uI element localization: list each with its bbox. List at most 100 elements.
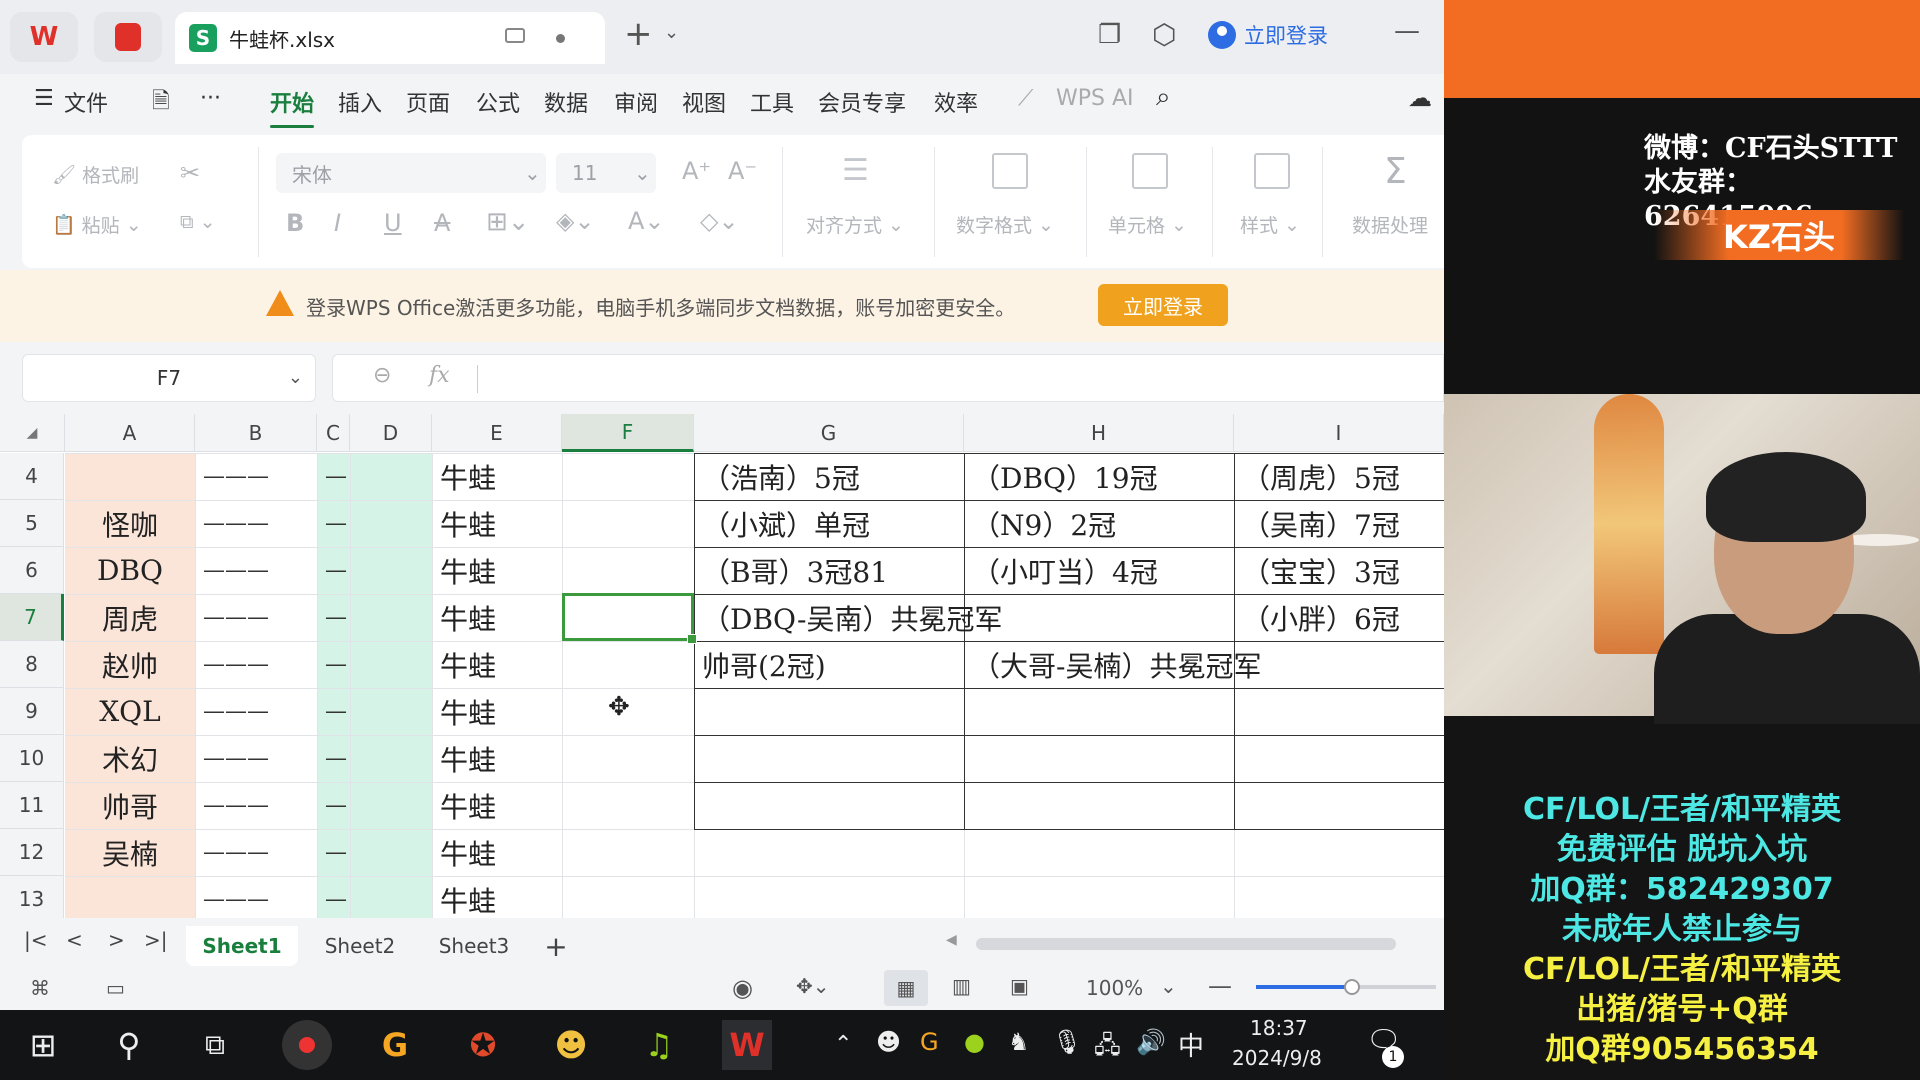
cell-c6[interactable]: — bbox=[325, 547, 347, 594]
tray-game-icon[interactable]: G bbox=[920, 1028, 939, 1056]
cell-c5[interactable]: — bbox=[325, 500, 347, 547]
zoom-out-icon[interactable]: — bbox=[1208, 972, 1232, 1000]
fill-color-icon[interactable]: ◈⌄ bbox=[556, 207, 595, 235]
row-header-9[interactable]: 9 bbox=[0, 688, 64, 735]
ime-indicator[interactable]: 中 bbox=[1178, 1026, 1204, 1063]
row-header-12[interactable]: 12 bbox=[0, 829, 64, 876]
cell-c13[interactable]: — bbox=[325, 876, 347, 918]
sheet-tab-1[interactable]: Sheet1 bbox=[186, 926, 298, 966]
cut-icon[interactable]: ✂ bbox=[180, 159, 200, 187]
cell-e11[interactable]: 牛蛙 bbox=[440, 782, 496, 829]
login-link[interactable]: 立即登录 bbox=[1208, 20, 1328, 50]
cell-e6[interactable]: 牛蛙 bbox=[440, 547, 496, 594]
font-size-select[interactable]: 11 ⌄ bbox=[556, 153, 656, 193]
select-all-corner[interactable]: ◢ bbox=[0, 414, 65, 452]
scroll-left-icon[interactable]: ◀ bbox=[946, 932, 957, 948]
cell-b9[interactable]: ——— bbox=[203, 688, 269, 735]
row-header-5[interactable]: 5 bbox=[0, 500, 64, 547]
cell-g5[interactable]: （小斌）单冠 bbox=[702, 500, 870, 547]
column-header-f[interactable]: F bbox=[562, 414, 694, 452]
cell-g4[interactable]: （浩南）5冠 bbox=[702, 453, 860, 500]
cell-b10[interactable]: ——— bbox=[203, 735, 269, 782]
format-painter-button[interactable]: 🖌 格式刷 bbox=[52, 161, 139, 188]
row-header-7[interactable]: 7 bbox=[0, 594, 64, 641]
cell-i6[interactable]: （宝宝）3冠 bbox=[1242, 547, 1400, 594]
cube-icon[interactable]: ⬡ bbox=[1152, 18, 1176, 51]
copy-button[interactable]: ⧉ ⌄ bbox=[180, 211, 216, 233]
cell-h6[interactable]: （小叮当）4冠 bbox=[972, 547, 1158, 594]
menu-member[interactable]: 会员专享 bbox=[818, 86, 906, 118]
increase-font-icon[interactable]: A⁺ bbox=[682, 157, 711, 185]
sheet-tab-2[interactable]: Sheet2 bbox=[310, 926, 410, 966]
number-format-button[interactable]: 数字格式 ⌄ bbox=[956, 211, 1054, 238]
cell-g6[interactable]: （B哥）3冠81 bbox=[702, 547, 888, 594]
cell-a4[interactable] bbox=[65, 453, 195, 500]
horizontal-scrollbar[interactable] bbox=[976, 938, 1396, 950]
wps-taskbar-icon[interactable]: W bbox=[722, 1020, 772, 1070]
style-icon[interactable] bbox=[1254, 153, 1290, 189]
search-icon[interactable]: ⚲ bbox=[104, 1020, 154, 1070]
cell-a9[interactable]: XQL bbox=[65, 688, 195, 735]
volume-icon[interactable]: 🔊 bbox=[1136, 1028, 1166, 1056]
zoom-level[interactable]: 100% bbox=[1086, 976, 1143, 1000]
cf-launcher-icon[interactable]: ✪ bbox=[458, 1020, 508, 1070]
selected-cell-f7[interactable] bbox=[562, 593, 697, 644]
windows-start-icon[interactable]: ⊞ bbox=[18, 1020, 68, 1070]
cell-b4[interactable]: ——— bbox=[203, 453, 269, 500]
cell-a8[interactable]: 赵帅 bbox=[65, 641, 195, 688]
cell-h8[interactable]: （大哥-吴楠）共冕冠军 bbox=[972, 641, 1261, 688]
freeze-icon[interactable]: ✥⌄ bbox=[796, 974, 830, 998]
zoom-slider-thumb[interactable] bbox=[1344, 979, 1360, 995]
cell-i4[interactable]: （周虎）5冠 bbox=[1242, 453, 1400, 500]
cell-b7[interactable]: ——— bbox=[203, 594, 269, 641]
border-icon[interactable]: ⊞⌄ bbox=[486, 207, 530, 237]
row-header-10[interactable]: 10 bbox=[0, 735, 64, 782]
column-header-h[interactable]: H bbox=[964, 414, 1234, 452]
menu-file[interactable]: 文件 bbox=[64, 86, 108, 118]
column-header-b[interactable]: B bbox=[195, 414, 317, 452]
column-header-g[interactable]: G bbox=[694, 414, 964, 452]
cell-h4[interactable]: （DBQ）19冠 bbox=[972, 453, 1158, 500]
normal-view-icon[interactable]: ▦ bbox=[884, 970, 928, 1006]
cell-c7[interactable]: — bbox=[325, 594, 347, 641]
menu-efficiency[interactable]: 效率 bbox=[934, 86, 978, 118]
cloud-upload-icon[interactable]: ☁ bbox=[1408, 84, 1432, 112]
cell-b13[interactable]: ——— bbox=[203, 876, 269, 918]
chevron-down-icon[interactable]: ⌄ bbox=[664, 22, 679, 43]
clock-date[interactable]: 2024/9/8 bbox=[1232, 1046, 1322, 1070]
cell-e13[interactable]: 牛蛙 bbox=[440, 876, 496, 918]
font-color-icon[interactable]: A⌄ bbox=[628, 207, 665, 235]
cell-b12[interactable]: ——— bbox=[203, 829, 269, 876]
save-icon[interactable]: 🗎 bbox=[152, 84, 170, 122]
cell-e9[interactable]: 牛蛙 bbox=[440, 688, 496, 735]
cell-e8[interactable]: 牛蛙 bbox=[440, 641, 496, 688]
cell-c8[interactable]: — bbox=[325, 641, 347, 688]
menu-data[interactable]: 数据 bbox=[544, 86, 588, 118]
cell-h5[interactable]: （N9）2冠 bbox=[972, 500, 1116, 547]
search-icon[interactable]: ⌕ bbox=[1156, 82, 1171, 113]
yy-app-icon[interactable]: ☻ bbox=[546, 1020, 596, 1070]
cell-c11[interactable]: — bbox=[325, 782, 347, 829]
cell-a11[interactable]: 帅哥 bbox=[65, 782, 195, 829]
formula-bar[interactable]: ⊖ fx bbox=[332, 354, 1444, 402]
reading-view-icon[interactable]: ▥ bbox=[952, 974, 971, 998]
column-header-e[interactable]: E bbox=[432, 414, 562, 452]
cell-e7[interactable]: 牛蛙 bbox=[440, 594, 496, 641]
cell-b11[interactable]: ——— bbox=[203, 782, 269, 829]
microphone-icon[interactable]: 🎙 bbox=[1052, 1028, 1082, 1056]
chevron-down-icon[interactable]: ⌄ bbox=[1160, 974, 1177, 998]
new-tab-plus-icon[interactable]: + bbox=[624, 14, 653, 54]
eye-icon[interactable]: ◉ bbox=[732, 974, 753, 1002]
add-sheet-button[interactable]: + bbox=[536, 926, 576, 966]
bold-icon[interactable]: B bbox=[286, 209, 304, 237]
cell-c4[interactable]: — bbox=[325, 453, 347, 500]
cell-a12[interactable]: 吴楠 bbox=[65, 829, 195, 876]
clear-format-icon[interactable]: ◇⌄ bbox=[700, 207, 739, 235]
task-view-icon[interactable]: ⧉ bbox=[190, 1020, 240, 1070]
column-header-a[interactable]: A bbox=[65, 414, 195, 452]
cell-e12[interactable]: 牛蛙 bbox=[440, 829, 496, 876]
menu-home[interactable]: 开始 bbox=[270, 86, 315, 128]
cell-c10[interactable]: — bbox=[325, 735, 347, 782]
cell-i7[interactable]: （小胖）6冠 bbox=[1242, 594, 1400, 641]
network-icon[interactable]: 🖧 bbox=[1094, 1028, 1121, 1069]
